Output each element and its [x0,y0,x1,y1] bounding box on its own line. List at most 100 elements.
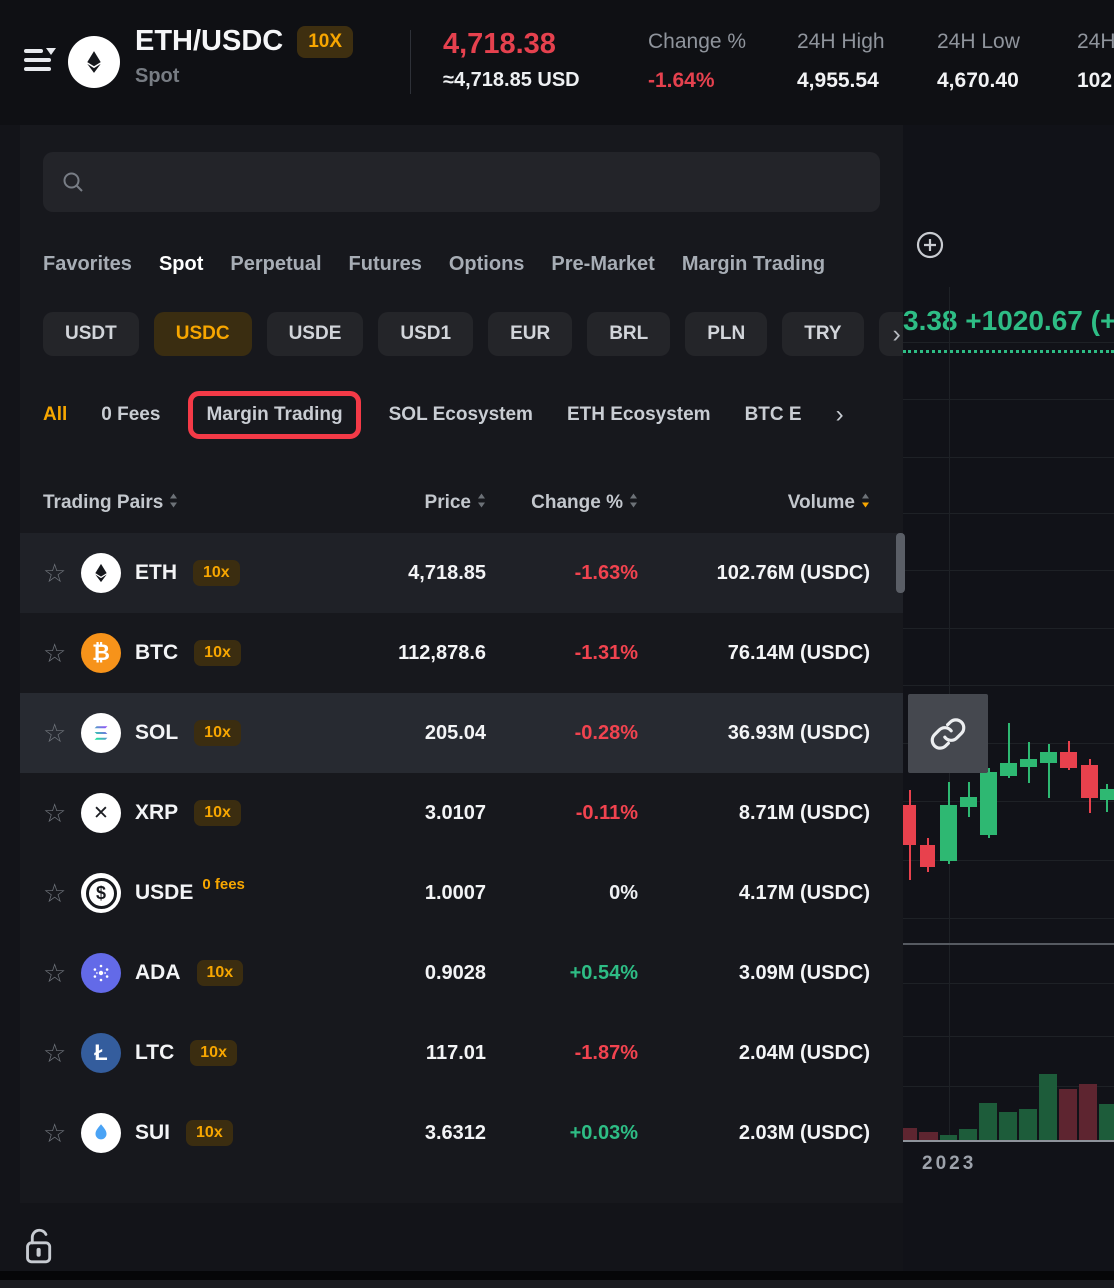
table-row-ada[interactable]: ☆ADA10x0.9028+0.54%3.09M (USDC) [20,933,903,1013]
quote-tab-eur[interactable]: EUR [488,312,572,356]
search-input[interactable] [97,170,862,195]
search-icon [61,170,85,194]
pair-cell: ☆ADA10x [43,953,316,993]
candle-body [920,845,935,867]
quote-tab-usdt[interactable]: USDT [43,312,139,356]
gridline [903,570,1114,571]
pair-title[interactable]: ETH/USDC [135,25,283,58]
filter-tabs-scroll-right[interactable]: › [836,401,844,429]
tab-perpetual[interactable]: Perpetual [230,253,321,276]
stat-value: 102 [1077,69,1114,93]
quote-tab-usde[interactable]: USDE [267,312,364,356]
change-cell: -0.11% [486,802,638,825]
volume-cell: 102.76M (USDC) [638,562,870,585]
volume-bar [1099,1104,1114,1140]
favorite-star-icon[interactable]: ☆ [43,880,73,906]
column-header-price[interactable]: Price [316,492,486,514]
tab-options[interactable]: Options [449,253,525,276]
stat-label: 24H High [797,30,885,54]
filter-tab-0-fees[interactable]: 0 Fees [101,404,160,426]
filter-tabs: All 0 Fees Margin Trading SOL Ecosystem ETH … [43,389,844,441]
pair-cell: ☆$USDE0 fees [43,873,316,913]
filter-tab-eth-ecosystem[interactable]: ETH Ecosystem [567,404,711,426]
last-price-dotted-line [903,350,1114,353]
column-label: Price [425,492,471,514]
candle-body [1020,759,1037,767]
gridline [903,685,1114,686]
column-header-volume[interactable]: Volume [638,492,870,514]
volume-bar [959,1129,977,1140]
volume-bar [1059,1089,1077,1140]
x-axis-line [903,1140,1114,1142]
table-row-xrp[interactable]: ☆✕XRP10x3.0107-0.11%8.71M (USDC) [20,773,903,853]
pair-cell: ☆✕XRP10x [43,793,316,833]
top-bar: ETH/USDC 10X Spot 4,718.38 ≈4,718.85 USD… [0,0,1114,125]
quote-tabs-scroll-right[interactable]: › [879,312,903,356]
change-cell: -1.87% [486,1042,638,1065]
pair-symbol: ETH [135,561,177,585]
table-row-eth[interactable]: ☆ETH10x4,718.85-1.63%102.76M (USDC) [20,533,903,613]
market-selector-panel: Favorites Spot Perpetual Futures Options Pre-… [20,125,903,1203]
stat-24h-low: 24H Low4,670.40 [937,30,1020,93]
volume-bar [940,1135,957,1140]
leverage-badge: 10x [186,1120,233,1146]
filter-tab-margin-trading-annotated[interactable]: Margin Trading [188,391,360,439]
change-cell: 0% [486,882,638,905]
column-header-trading-pairs[interactable]: Trading Pairs [43,492,316,514]
pair-symbol: USDE [135,881,193,905]
candle-body [960,797,977,807]
favorite-star-icon[interactable]: ☆ [43,800,73,826]
gridline [903,399,1114,400]
favorite-star-icon[interactable]: ☆ [43,560,73,586]
sort-icon [629,492,638,514]
tab-spot[interactable]: Spot [159,253,203,276]
pair-symbol: LTC [135,1041,174,1065]
volume-cell: 2.04M (USDC) [638,1042,870,1065]
sort-icon [477,492,486,514]
gridline [903,1036,1114,1037]
menu-icon[interactable] [24,49,54,77]
search-box[interactable] [43,152,880,212]
quote-tab-try[interactable]: TRY [782,312,863,356]
favorite-star-icon[interactable]: ☆ [43,640,73,666]
column-header-change-[interactable]: Change % [486,492,638,514]
quote-tab-pln[interactable]: PLN [685,312,767,356]
candle-body [1000,763,1017,776]
quote-tab-brl[interactable]: BRL [587,312,670,356]
table-row-ltc[interactable]: ☆ŁLTC10x117.01-1.87%2.04M (USDC) [20,1013,903,1093]
change-cell: -1.31% [486,642,638,665]
scrollbar-thumb[interactable] [896,533,905,593]
coin-icon-sol [81,713,121,753]
gridline [903,801,1114,802]
unlock-icon[interactable] [22,1224,60,1273]
tab-futures[interactable]: Futures [349,253,422,276]
favorite-star-icon[interactable]: ☆ [43,720,73,746]
link-button[interactable] [908,694,988,773]
filter-tab-all[interactable]: All [43,404,67,426]
gridline [903,628,1114,629]
column-label: Volume [788,492,855,514]
filter-tab-sol-ecosystem[interactable]: SOL Ecosystem [389,404,533,426]
change-cell: -0.28% [486,722,638,745]
coin-icon-ltc: Ł [81,1033,121,1073]
favorite-star-icon[interactable]: ☆ [43,1040,73,1066]
table-header: Trading Pairs Price Change % Volume [20,475,903,530]
quote-tab-usdc[interactable]: USDC [154,312,252,356]
plus-circle-icon[interactable] [916,231,944,259]
stat-label: Change % [648,30,746,54]
favorite-star-icon[interactable]: ☆ [43,1120,73,1146]
leverage-badge: 10X [297,26,353,58]
pair-cell: ☆SOL10x [43,713,316,753]
tab-favorites[interactable]: Favorites [43,253,132,276]
quote-tab-usd1[interactable]: USD1 [378,312,473,356]
table-row-usde[interactable]: ☆$USDE0 fees1.00070%4.17M (USDC) [20,853,903,933]
favorite-star-icon[interactable]: ☆ [43,960,73,986]
tab-margin-trading[interactable]: Margin Trading [682,253,825,276]
filter-tab-btc-e[interactable]: BTC E [745,404,802,426]
table-row-btc[interactable]: ☆₿BTC10x112,878.6-1.31%76.14M (USDC) [20,613,903,693]
tab-pre-market[interactable]: Pre-Market [551,253,654,276]
stat-label: 24H Low [937,30,1020,54]
table-row-sui[interactable]: ☆SUI10x3.6312+0.03%2.03M (USDC) [20,1093,903,1173]
table-row-sol[interactable]: ☆SOL10x205.04-0.28%36.93M (USDC) [20,693,903,773]
chain-link-icon [929,715,967,753]
